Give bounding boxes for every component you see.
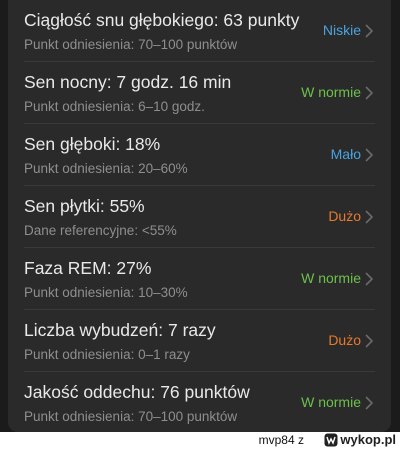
sleep-report-screen: Ciągłość snu głębokiego: 63 punkty Punkt…: [0, 0, 400, 432]
list-item[interactable]: Sen nocny: 7 godz. 16 min Punkt odniesie…: [8, 62, 391, 124]
metric-title: Jakość oddechu: 76 punktów: [24, 382, 250, 402]
status-badge: Mało: [330, 146, 361, 162]
list-item[interactable]: Faza REM: 27% Punkt odniesienia: 10–30% …: [8, 248, 391, 310]
sleep-metrics-list: Ciągłość snu głębokiego: 63 punkty Punkt…: [8, 0, 391, 432]
metric-title: Liczba wybudzeń: 7 razy: [24, 320, 216, 340]
status-badge: W normie: [301, 84, 361, 100]
metric-title: Sen płytki: 55%: [24, 196, 145, 216]
status-badge: W normie: [301, 270, 361, 286]
metric-reference: Punkt odniesienia: 6–10 godz.: [24, 99, 205, 114]
status-badge: Niskie: [322, 22, 361, 38]
chevron-right-icon: [365, 86, 374, 100]
metric-reference: Punkt odniesienia: 20–60%: [24, 161, 188, 176]
metric-title: Sen nocny: 7 godz. 16 min: [24, 72, 232, 92]
metric-reference: Dane referencyjne: <55%: [24, 223, 177, 238]
watermark-user: mvp84 z: [258, 433, 304, 447]
wykop-logo: wykop.pl: [324, 432, 396, 447]
metric-reference: Punkt odniesienia: 70–100 punktów: [24, 409, 238, 424]
status-badge: Dużo: [328, 332, 361, 348]
list-item[interactable]: Sen głęboki: 18% Punkt odniesienia: 20–6…: [8, 124, 391, 186]
metric-title: Ciągłość snu głębokiego: 63 punkty: [24, 10, 300, 30]
metric-reference: Punkt odniesienia: 10–30%: [24, 285, 188, 300]
chevron-right-icon: [365, 148, 374, 162]
watermark-bar: mvp84 z wykop.pl: [0, 432, 400, 450]
metric-reference: Punkt odniesienia: 70–100 punktów: [24, 37, 238, 52]
list-item[interactable]: Sen płytki: 55% Dane referencyjne: <55% …: [8, 186, 391, 248]
chevron-right-icon: [365, 334, 374, 348]
wykop-logo-icon: [324, 433, 338, 446]
list-item[interactable]: Jakość oddechu: 76 punktów Punkt odniesi…: [8, 372, 391, 434]
wykop-logo-text: wykop.pl: [340, 432, 396, 447]
list-item[interactable]: Liczba wybudzeń: 7 razy Punkt odniesieni…: [8, 310, 391, 372]
chevron-right-icon: [365, 396, 374, 410]
status-badge: W normie: [301, 394, 361, 410]
metric-title: Sen głęboki: 18%: [24, 134, 161, 154]
chevron-right-icon: [365, 24, 374, 38]
chevron-right-icon: [365, 272, 374, 286]
status-badge: Dużo: [328, 208, 361, 224]
metric-title: Faza REM: 27%: [24, 258, 152, 278]
metric-reference: Punkt odniesienia: 0–1 razy: [24, 347, 190, 362]
list-item[interactable]: Ciągłość snu głębokiego: 63 punkty Punkt…: [8, 0, 391, 62]
chevron-right-icon: [365, 210, 374, 224]
